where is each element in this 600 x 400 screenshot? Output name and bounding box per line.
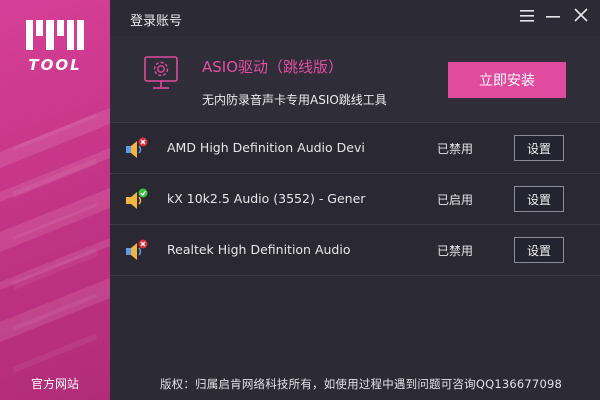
device-row: AMD High Definition Audio Devi 已禁用 设置 (110, 122, 600, 173)
device-status: 已禁用 (437, 142, 474, 156)
title-bar: 登录账号 (110, 0, 600, 36)
minimize-icon[interactable] (542, 6, 564, 28)
speaker-disabled-icon (124, 137, 150, 161)
settings-button[interactable]: 设置 (514, 186, 564, 212)
device-name: AMD High Definition Audio Devi (167, 140, 365, 155)
driver-subtitle: 无内防录音声卡专用ASIO跳线工具 (202, 93, 387, 107)
sidebar: TOOL 官方网站 (0, 0, 110, 400)
device-status: 已禁用 (437, 244, 474, 258)
logo-text: TOOL (28, 56, 82, 74)
device-name: Realtek High Definition Audio (167, 242, 351, 257)
driver-title: ASIO驱动（跳线版） (202, 58, 344, 76)
copyright-text: 版权：归属启肯网络科技所有，如使用过程中遇到问题可咨询QQ136677098 (159, 377, 562, 391)
official-site-link[interactable]: 官方网站 (0, 375, 110, 392)
speaker-disabled-icon (124, 239, 150, 263)
device-list: AMD High Definition Audio Devi 已禁用 设置 kX… (110, 122, 600, 276)
device-status: 已启用 (437, 193, 474, 207)
speaker-enabled-icon (124, 188, 150, 212)
driver-header: ASIO驱动（跳线版） 无内防录音声卡专用ASIO跳线工具 立即安装 (110, 36, 600, 122)
footer: 版权：归属启肯网络科技所有，如使用过程中遇到问题可咨询QQ136677098 (110, 362, 600, 400)
close-icon[interactable] (570, 6, 592, 28)
settings-button[interactable]: 设置 (514, 135, 564, 161)
app-logo: TOOL (26, 20, 85, 74)
device-name: kX 10k2.5 Audio (3552) - Gener (167, 191, 366, 206)
install-button[interactable]: 立即安装 (448, 62, 566, 98)
settings-button[interactable]: 设置 (514, 237, 564, 263)
monitor-gear-icon (144, 56, 178, 96)
window-title[interactable]: 登录账号 (130, 10, 182, 29)
menu-icon[interactable] (516, 6, 538, 28)
device-row: kX 10k2.5 Audio (3552) - Gener 已启用 设置 (110, 173, 600, 224)
device-row: Realtek High Definition Audio 已禁用 设置 (110, 224, 600, 276)
logo-keys-icon (26, 20, 85, 50)
